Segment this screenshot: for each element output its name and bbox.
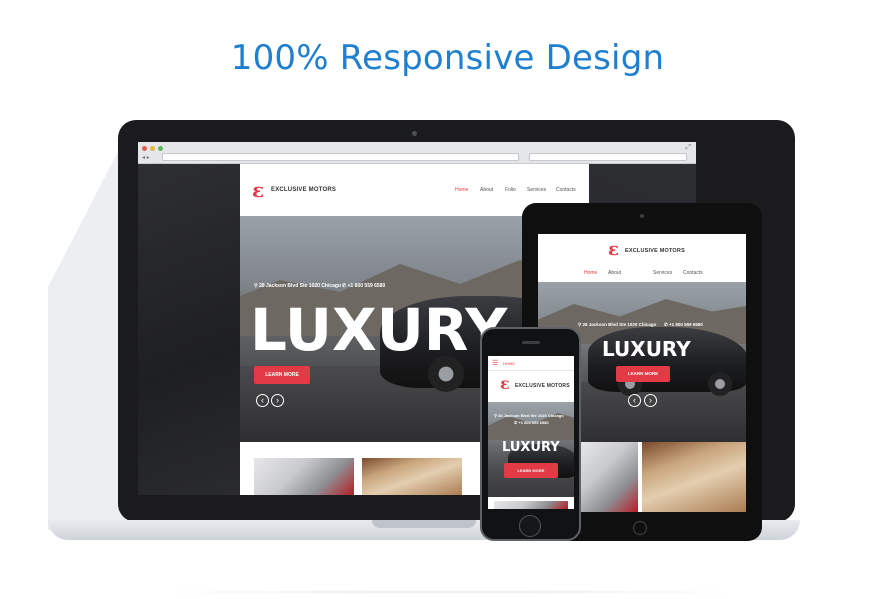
desktop-menu-folio[interactable]: Folio bbox=[505, 187, 516, 193]
phone-hero-word: LUXURY bbox=[502, 440, 560, 455]
brand-logo-icon[interactable]: ε bbox=[252, 178, 264, 202]
desktop-gallery-seat-thumb[interactable] bbox=[362, 458, 462, 495]
phone-speaker bbox=[522, 341, 540, 344]
phone-brand-name[interactable]: EXCLUSIVE MOTORS bbox=[515, 383, 570, 389]
floor-shadow bbox=[140, 590, 760, 594]
phone-logo-icon[interactable]: ε bbox=[500, 374, 510, 393]
desktop-address-text: 28 Jackson Blvd Ste 1020 Chicago bbox=[259, 283, 342, 289]
desktop-gallery-car-thumb[interactable] bbox=[254, 458, 354, 495]
tablet-menu-home[interactable]: Home bbox=[584, 270, 597, 276]
desktop-next-arrow-icon[interactable]: › bbox=[271, 394, 284, 407]
desktop-prev-arrow-icon[interactable]: ‹ bbox=[256, 394, 269, 407]
tablet-phone: ✆ +1 800 559 6580 bbox=[664, 322, 703, 327]
laptop-notch bbox=[372, 520, 476, 528]
phone-home-button[interactable] bbox=[519, 515, 541, 537]
tablet-gallery-car-thumb[interactable] bbox=[578, 442, 638, 512]
expand-icon[interactable]: ⤢ bbox=[685, 144, 691, 152]
phone-gallery-car-thumb[interactable] bbox=[494, 501, 568, 509]
phone-menu-label[interactable]: HOME bbox=[503, 361, 515, 366]
browser-search-box[interactable] bbox=[529, 153, 687, 161]
desktop-phone-text: +1 800 559 6580 bbox=[347, 283, 386, 289]
address-bar[interactable] bbox=[162, 153, 519, 161]
tablet-home-button[interactable] bbox=[633, 521, 647, 535]
laptop-camera bbox=[412, 131, 417, 136]
hamburger-icon[interactable]: ☰ bbox=[492, 359, 498, 367]
desktop-menu-services[interactable]: Services bbox=[527, 187, 546, 193]
window-zoom-dot[interactable] bbox=[158, 146, 163, 151]
tablet-next-arrow-icon[interactable]: › bbox=[644, 394, 657, 407]
page-background-left bbox=[138, 164, 240, 495]
tablet-address: ⚲ 28 Jackson Blvd Ste 1020 Chicago bbox=[578, 322, 657, 327]
tablet-gallery-seat-thumb[interactable] bbox=[642, 442, 746, 512]
window-minimize-dot[interactable] bbox=[150, 146, 155, 151]
browser-toolbar: ◂ ▸ ⤢ bbox=[138, 142, 696, 164]
page-headline: 100% Responsive Design bbox=[230, 38, 665, 78]
tablet-phone-text: +1 800 559 6580 bbox=[669, 322, 703, 327]
tablet-menu-contacts[interactable]: Contacts bbox=[683, 270, 703, 276]
phone-phone: ✆ +1 800 559 6580 bbox=[514, 420, 549, 425]
phone-divider bbox=[488, 370, 574, 371]
tablet-prev-arrow-icon[interactable]: ‹ bbox=[628, 394, 641, 407]
desktop-learn-more-button[interactable]: LEARN MORE bbox=[254, 366, 310, 384]
brand-name[interactable]: EXCLUSIVE MOTORS bbox=[271, 187, 336, 193]
desktop-hero-word: LUXURY bbox=[250, 296, 508, 364]
tablet-logo-icon[interactable]: ε bbox=[608, 239, 619, 260]
tablet-learn-more-button[interactable]: LEARN MORE bbox=[616, 366, 670, 382]
phone-hero: ⚲ 28 Jackson Blvd Ste 1020 Chicago ✆ +1 … bbox=[488, 402, 574, 497]
showcase-stage: 100% Responsive Design ◂ ▸ ⤢ ε EXCLUSIVE… bbox=[0, 0, 895, 599]
desktop-menu-home[interactable]: Home bbox=[455, 187, 468, 193]
desktop-menu-about[interactable]: About bbox=[480, 187, 493, 193]
desktop-phone: ✆ +1 800 559 6580 bbox=[342, 283, 386, 289]
window-close-dot[interactable] bbox=[142, 146, 147, 151]
desktop-address: ⚲ 28 Jackson Blvd Ste 1020 Chicago bbox=[254, 283, 342, 289]
tablet-menu-about[interactable]: About bbox=[608, 270, 621, 276]
desktop-menu-contacts[interactable]: Contacts bbox=[556, 187, 576, 193]
phone-address-text: 28 Jackson Blvd Ste 1020 Chicago bbox=[498, 413, 564, 418]
tablet-hero-word: LUXURY bbox=[602, 337, 691, 361]
tablet-menu-services[interactable]: Services bbox=[653, 270, 672, 276]
phone-phone-text: +1 800 559 6580 bbox=[518, 420, 549, 425]
tablet-address-text: 28 Jackson Blvd Ste 1020 Chicago bbox=[582, 322, 657, 327]
tablet-brand-name[interactable]: EXCLUSIVE MOTORS bbox=[625, 248, 685, 254]
phone-learn-more-button[interactable]: LEARN MORE bbox=[504, 463, 558, 478]
tablet-hero-car-wheel bbox=[708, 372, 732, 396]
back-forward-icon[interactable]: ◂ ▸ bbox=[142, 154, 150, 161]
phone-address: ⚲ 28 Jackson Blvd Ste 1020 Chicago bbox=[494, 413, 564, 418]
phone-screen: ☰ HOME ε EXCLUSIVE MOTORS ⚲ 28 Jackson B… bbox=[488, 356, 574, 509]
tablet-camera bbox=[640, 214, 644, 218]
